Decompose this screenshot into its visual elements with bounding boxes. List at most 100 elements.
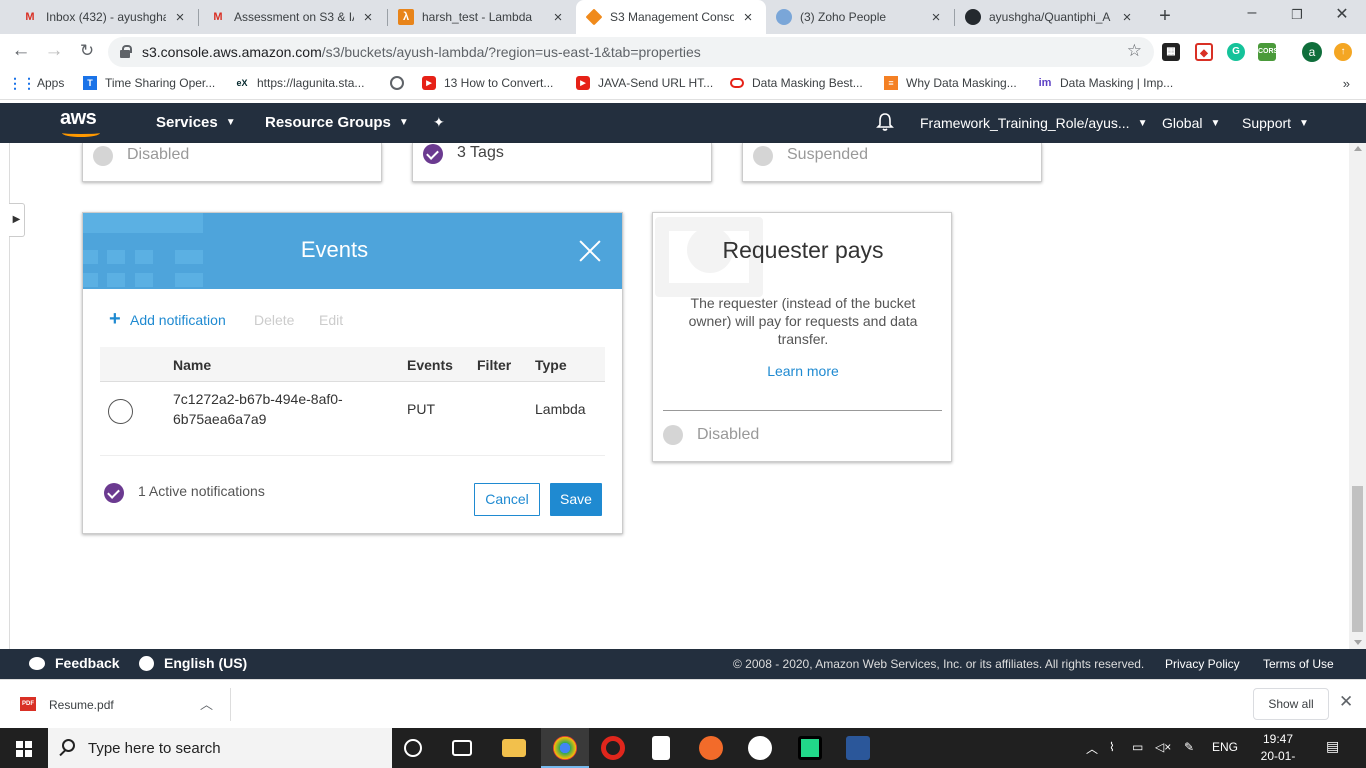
tab-s3-console[interactable]: S3 Management Conso × — [576, 0, 766, 34]
shield-extension-icon[interactable]: ◆ — [1195, 43, 1213, 61]
clapper-extension-icon[interactable]: ▦ — [1162, 43, 1180, 61]
region-menu[interactable]: Global ▼ — [1162, 115, 1220, 131]
battery-icon[interactable]: ▭ — [1132, 740, 1143, 754]
bookmark-lagunita[interactable]: eX https://lagunita.sta... — [235, 76, 364, 90]
add-notification-button[interactable]: Add notification — [130, 312, 226, 328]
close-tab-icon[interactable]: × — [740, 9, 756, 26]
close-tab-icon[interactable]: × — [550, 9, 566, 26]
status-dot-icon — [663, 425, 683, 445]
plus-icon[interactable]: + — [109, 309, 121, 329]
forward-button[interactable]: → — [42, 39, 66, 63]
notification-events: PUT — [407, 401, 435, 417]
file-explorer-icon[interactable] — [502, 739, 526, 757]
tab-title: ayushgha/Quantiphi_A — [989, 10, 1111, 24]
close-shelf-icon[interactable]: ✕ — [1339, 692, 1353, 712]
minimize-button[interactable]: – — [1232, 4, 1272, 22]
close-tab-icon[interactable]: × — [172, 9, 188, 26]
input-language[interactable]: ENG — [1212, 740, 1238, 754]
postman-icon[interactable] — [699, 736, 723, 760]
opera-icon[interactable] — [601, 736, 625, 760]
cors-extension-icon[interactable]: CORS — [1258, 43, 1278, 61]
edit-button[interactable]: Edit — [319, 312, 343, 328]
bookmark-time-sharing[interactable]: T Time Sharing Oper... — [83, 76, 215, 90]
learn-more-link[interactable]: Learn more — [653, 363, 953, 379]
tab-assessment[interactable]: M Assessment on S3 & IAI × — [200, 0, 386, 34]
download-item[interactable]: Resume.pdf — [49, 698, 114, 712]
account-menu[interactable]: Framework_Training_Role/ayus... ▼ — [920, 115, 1147, 131]
volume-muted-icon[interactable]: ◁× — [1155, 740, 1171, 754]
chevron-up-icon[interactable]: ︿ — [200, 694, 213, 713]
cortana-icon[interactable] — [404, 739, 422, 757]
grammarly-extension-icon[interactable]: G — [1227, 43, 1245, 61]
pycharm-icon[interactable] — [798, 736, 822, 760]
row-select-radio[interactable] — [108, 399, 133, 424]
requester-pays-status: Disabled — [697, 426, 760, 443]
support-menu[interactable]: Support ▼ — [1242, 115, 1309, 131]
services-menu[interactable]: Services ▼ — [156, 114, 236, 131]
restore-button[interactable]: ❐ — [1277, 7, 1317, 23]
pin-icon[interactable]: ✦ — [433, 114, 445, 131]
show-all-button[interactable]: Show all — [1253, 688, 1329, 720]
task-view-icon[interactable] — [452, 740, 472, 756]
tray-overflow-icon[interactable]: ︿ — [1086, 740, 1098, 757]
new-tab-button[interactable]: + — [1154, 5, 1176, 28]
delete-button[interactable]: Delete — [254, 312, 294, 328]
mongodb-compass-icon[interactable] — [748, 736, 772, 760]
tab-gmail-inbox[interactable]: M Inbox (432) - ayushgha × — [12, 0, 198, 34]
bookmark-convert[interactable]: ▶ 13 How to Convert... — [422, 76, 553, 90]
notifications-icon[interactable]: ▤ — [1326, 738, 1339, 755]
update-icon[interactable]: ↑ — [1334, 43, 1352, 61]
save-button[interactable]: Save — [550, 483, 602, 516]
clock-time: 19:47 — [1262, 732, 1294, 746]
privacy-policy-link[interactable]: Privacy Policy — [1165, 657, 1240, 671]
page-scrollbar[interactable] — [1349, 143, 1366, 649]
reload-button[interactable]: ↻ — [75, 39, 99, 63]
bookmarks-overflow-button[interactable]: » — [1343, 76, 1350, 91]
bookmark-java[interactable]: ▶ JAVA-Send URL HT... — [576, 76, 713, 90]
back-button[interactable]: ← — [9, 39, 33, 63]
active-notifications-count: 1 Active notifications — [138, 483, 265, 499]
terms-of-use-link[interactable]: Terms of Use — [1263, 657, 1334, 671]
window-close-button[interactable]: ✕ — [1322, 4, 1362, 24]
scroll-thumb[interactable] — [1352, 486, 1363, 632]
property-card-disabled[interactable]: Disabled — [82, 143, 382, 182]
bell-icon[interactable] — [876, 112, 894, 132]
table-row[interactable]: 7c1272a2-b67b-494e-8af0- 6b75aea6a7a9 PU… — [100, 383, 605, 456]
profile-avatar[interactable]: a — [1302, 42, 1322, 62]
close-tab-icon[interactable]: × — [360, 9, 376, 26]
scroll-down-arrow-icon[interactable] — [1354, 640, 1362, 645]
tab-lambda[interactable]: λ harsh_test - Lambda × — [388, 0, 576, 34]
pen-icon[interactable]: ✎ — [1184, 740, 1194, 754]
bookmark-apps[interactable]: ⋮⋮ Apps — [8, 75, 64, 91]
resource-groups-menu[interactable]: Resource Groups ▼ — [265, 114, 409, 131]
close-tab-icon[interactable]: × — [1119, 9, 1135, 26]
sidebar-toggle-button[interactable]: ▶ — [9, 203, 25, 237]
cancel-button[interactable]: Cancel — [474, 483, 540, 516]
feedback-link[interactable]: Feedback — [55, 655, 120, 671]
bookmark-globe[interactable] — [390, 76, 412, 90]
close-icon[interactable] — [578, 239, 602, 263]
notepad-icon[interactable] — [652, 736, 670, 760]
system-clock[interactable]: 19:47 20-01-2020 — [1248, 731, 1308, 768]
network-icon[interactable]: ⌇ — [1109, 740, 1115, 754]
bookmark-why-data-masking[interactable]: ≡ Why Data Masking... — [884, 76, 1017, 90]
status-dot-icon — [93, 146, 113, 166]
close-tab-icon[interactable]: × — [928, 9, 944, 26]
property-card-suspended[interactable]: Suspended — [742, 143, 1042, 182]
property-card-tags[interactable]: 3 Tags — [412, 143, 712, 182]
word-icon[interactable] — [846, 736, 870, 760]
tab-zoho[interactable]: (3) Zoho People × — [766, 0, 954, 34]
globe-icon — [390, 76, 404, 90]
aws-logo[interactable]: aws — [60, 107, 104, 137]
windows-start-icon[interactable] — [16, 741, 32, 757]
requester-pays-card[interactable]: Requester pays The requester (instead of… — [652, 212, 952, 462]
bookmark-star-icon[interactable]: ☆ — [1127, 41, 1142, 61]
bookmark-data-masking-imp[interactable]: im Data Masking | Imp... — [1038, 76, 1174, 90]
scroll-up-arrow-icon[interactable] — [1354, 146, 1362, 151]
language-selector[interactable]: English (US) — [164, 655, 247, 671]
tab-github[interactable]: ayushgha/Quantiphi_A × — [955, 0, 1145, 34]
taskbar-search-box[interactable]: Type here to search — [48, 728, 392, 768]
address-bar[interactable]: s3.console.aws.amazon.com/s3/buckets/ayu… — [108, 37, 1154, 67]
youtube-icon: ▶ — [576, 76, 590, 90]
bookmark-data-masking-best[interactable]: Data Masking Best... — [730, 76, 863, 90]
